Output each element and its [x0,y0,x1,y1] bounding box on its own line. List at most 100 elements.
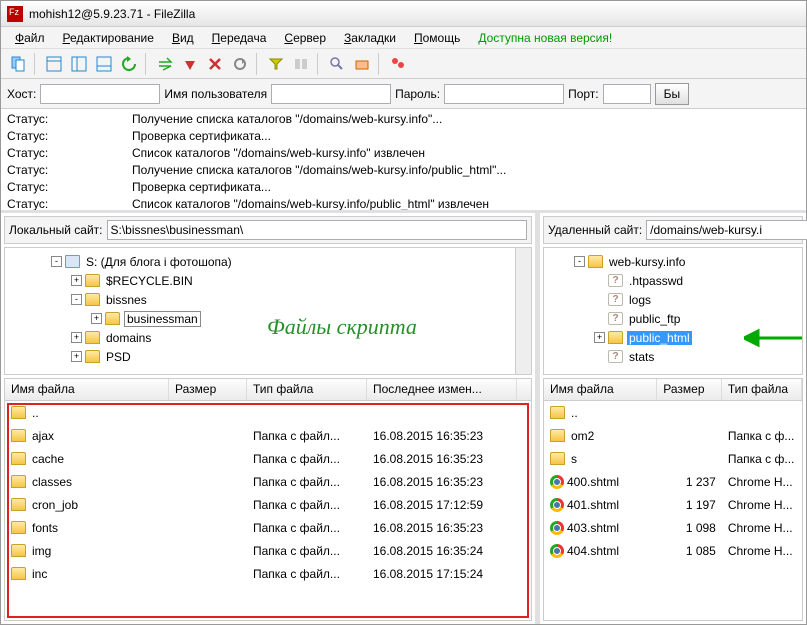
tree-label[interactable]: logs [627,293,653,307]
list-row[interactable]: cacheПапка с файл...16.08.2015 16:35:23 [5,447,531,470]
tree-label[interactable]: domains [104,331,153,345]
filter-button[interactable] [265,53,287,75]
expand-toggle[interactable]: - [71,294,82,305]
expand-toggle[interactable]: + [91,313,102,324]
remote-list-body[interactable]: ..om2Папка с ф...sПапка с ф...400.shtml1… [544,401,802,620]
local-path-input[interactable] [107,220,528,240]
column-header[interactable]: Последнее измен... [367,379,517,400]
tree-label[interactable]: S: (Для блога і фотошопа) [84,255,234,269]
filezilla-window[interactable]: mohish12@5.9.23.71 - FileZilla ФайлРедак… [0,0,807,625]
cell-type: Chrome H... [722,473,802,491]
compare-button[interactable] [290,53,312,75]
user-input[interactable] [271,84,391,104]
list-row[interactable]: imgПапка с файл...16.08.2015 16:35:24 [5,539,531,562]
tree-node[interactable]: - web-kursy.info [544,252,802,271]
column-header[interactable]: Тип файла [722,379,802,400]
toggle-queue-button[interactable] [93,53,115,75]
expand-toggle[interactable]: + [594,332,605,343]
expand-toggle[interactable]: - [574,256,585,267]
tree-label[interactable]: public_ftp [627,312,682,326]
tree-node[interactable]: ?logs [544,290,802,309]
tree-label[interactable]: .htpasswd [627,274,685,288]
column-header[interactable]: Имя файла [5,379,169,400]
expand-toggle[interactable]: + [71,351,82,362]
menu-item-2[interactable]: Вид [164,29,202,47]
toggle-tree-button[interactable] [68,53,90,75]
tree-label[interactable]: web-kursy.info [607,255,687,269]
menu-item-3[interactable]: Передача [204,29,275,47]
local-list-body[interactable]: ..ajaxПапка с файл...16.08.2015 16:35:23… [5,401,531,620]
column-header[interactable]: Размер [169,379,247,400]
tree-label[interactable]: PSD [104,350,133,364]
expand-toggle[interactable]: + [71,332,82,343]
quickconnect-button[interactable]: Бы [655,83,690,105]
sync-browse-button[interactable] [326,53,348,75]
list-row[interactable]: classesПапка с файл...16.08.2015 16:35:2… [5,470,531,493]
cell-size [169,480,247,484]
list-row[interactable]: sПапка с ф... [544,447,802,470]
tree-node[interactable]: ?.htpasswd [544,271,802,290]
tree-node[interactable]: ?stats [544,347,802,366]
cell-size [657,457,722,461]
remote-list[interactable]: Имя файлаРазмерТип файла ..om2Папка с ф.… [543,378,803,621]
tree-label[interactable]: stats [627,350,656,364]
expand-toggle[interactable]: + [71,275,82,286]
tree-node[interactable]: - S: (Для блога і фотошопа) [5,252,531,271]
tree-node[interactable]: - bissnes [5,290,531,309]
toggle-log-button[interactable] [43,53,65,75]
disconnect-button[interactable] [204,53,226,75]
tree-node[interactable]: ?public_ftp [544,309,802,328]
local-tree[interactable]: -S: (Для блога і фотошопа)+$RECYCLE.BIN-… [4,247,532,375]
local-list[interactable]: Имя файлаРазмерТип файлаПоследнее измен.… [4,378,532,621]
menu-item-4[interactable]: Сервер [276,29,334,47]
app-icon [7,6,23,22]
menu-item-5[interactable]: Закладки [336,29,404,47]
local-list-header[interactable]: Имя файлаРазмерТип файлаПоследнее измен.… [5,379,531,401]
menu-item-6[interactable]: Помощь [406,29,468,47]
bookmark-button[interactable] [387,53,409,75]
host-input[interactable] [40,84,160,104]
pass-input[interactable] [444,84,564,104]
list-row[interactable]: fontsПапка с файл...16.08.2015 16:35:23 [5,516,531,539]
list-row[interactable]: 403.shtml1 098Chrome H... [544,516,802,539]
list-row[interactable]: incПапка с файл...16.08.2015 17:15:24 [5,562,531,585]
menu-item-0[interactable]: Файл [7,29,53,47]
refresh-button[interactable] [118,53,140,75]
list-row[interactable]: om2Папка с ф... [544,424,802,447]
list-row[interactable]: .. [544,401,802,424]
search-button[interactable] [351,53,373,75]
tree-label[interactable]: bissnes [104,293,149,307]
tree-node[interactable]: + $RECYCLE.BIN [5,271,531,290]
cell-date: 16.08.2015 16:35:23 [367,473,517,491]
process-queue-button[interactable] [154,53,176,75]
remote-tree[interactable]: - web-kursy.info ?.htpasswd?logs?public_ft… [543,247,803,375]
tree-label[interactable]: $RECYCLE.BIN [104,274,195,288]
expand-toggle[interactable]: - [51,256,62,267]
list-row[interactable]: 400.shtml1 237Chrome H... [544,470,802,493]
chrome-icon [550,475,564,489]
list-row[interactable]: 404.shtml1 085Chrome H... [544,539,802,562]
column-header[interactable]: Имя файла [544,379,657,400]
list-row[interactable]: ajaxПапка с файл...16.08.2015 16:35:23 [5,424,531,447]
list-row[interactable]: .. [5,401,531,424]
tree-label[interactable]: businessman [124,311,201,327]
cancel-button[interactable] [179,53,201,75]
tree-node[interactable]: + PSD [5,347,531,366]
list-row[interactable]: cron_jobПапка с файл...16.08.2015 17:12:… [5,493,531,516]
sitemanager-button[interactable] [7,53,29,75]
column-header[interactable]: Тип файла [247,379,367,400]
column-header[interactable]: Размер [657,379,722,400]
tree-label[interactable]: public_html [627,331,692,345]
menu-item-1[interactable]: Редактирование [55,29,162,47]
message-log[interactable]: Статус:Получение списка каталогов "/doma… [1,109,806,213]
tree-node[interactable]: + businessman [5,309,531,328]
remote-list-header[interactable]: Имя файлаРазмерТип файла [544,379,802,401]
port-input[interactable] [603,84,651,104]
list-row[interactable]: 401.shtml1 197Chrome H... [544,493,802,516]
tree-node[interactable]: + domains [5,328,531,347]
menu-item-7[interactable]: Доступна новая версия! [470,29,620,47]
local-site-label: Локальный сайт: [9,223,103,237]
reconnect-button[interactable] [229,53,251,75]
remote-path-input[interactable] [646,220,807,240]
scrollbar[interactable] [515,248,531,374]
